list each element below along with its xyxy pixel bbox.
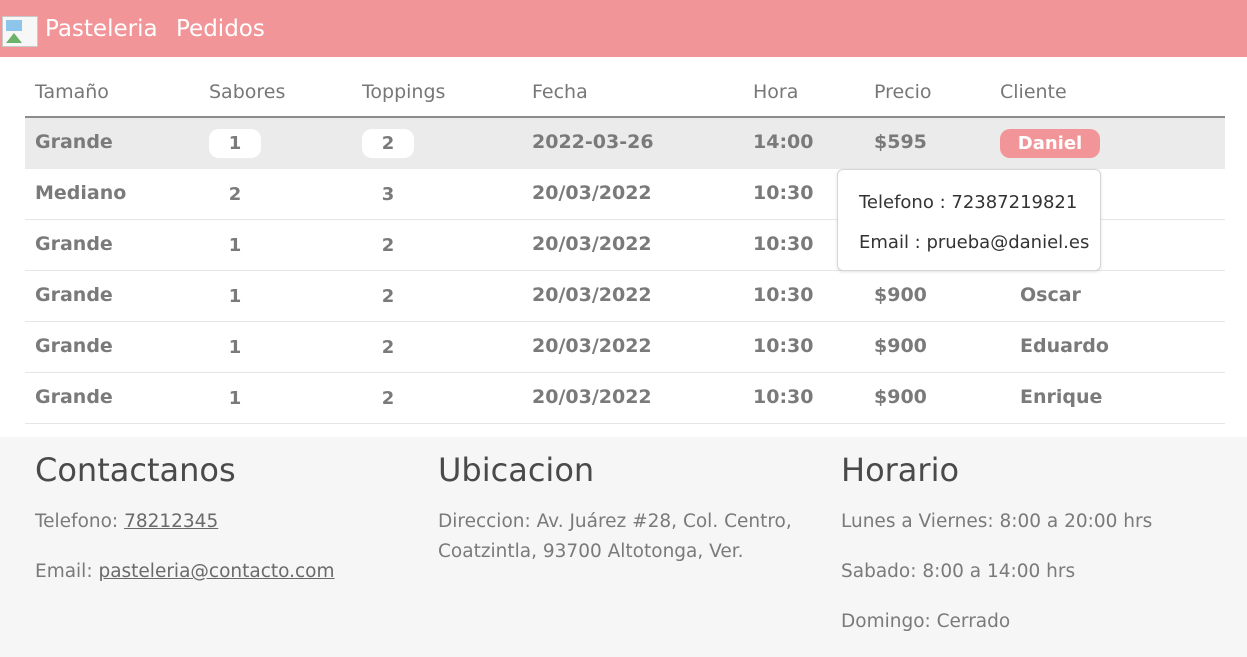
cell-sabores: 1 — [228, 388, 242, 409]
cell-sabores: 1 — [228, 235, 242, 256]
table-row[interactable]: Grande 1 2 20/03/2022 10:30 $900 Oscar — [25, 271, 1225, 322]
footer-horario: Horario Lunes a Viernes: 8:00 a 20:00 hr… — [841, 451, 1152, 637]
table-row[interactable]: Grande 1 2 20/03/2022 10:30 $900 Eduardo — [25, 322, 1225, 373]
cell-precio: $900 — [874, 284, 927, 306]
cell-hora: 10:30 — [753, 284, 814, 306]
footer-ubicacion: Ubicacion Direccion: Av. Juárez #28, Col… — [438, 451, 792, 567]
footer-direccion-line1: Direccion: Av. Juárez #28, Col. Centro, — [438, 511, 792, 532]
cell-precio: $595 — [874, 131, 927, 153]
header-cliente: Cliente — [1000, 81, 1067, 103]
cell-fecha: 20/03/2022 — [532, 182, 652, 204]
popover-telefono: Telefono : 72387219821 — [859, 192, 1078, 213]
cell-toppings: 2 — [381, 337, 395, 358]
cell-fecha: 20/03/2022 — [532, 284, 652, 306]
cell-sabores-badge: 1 — [209, 129, 261, 158]
cell-sabores: 1 — [228, 337, 242, 358]
cell-tamano: Grande — [35, 284, 113, 306]
logo-sky-shape — [6, 20, 22, 31]
footer-email-link[interactable]: pasteleria@contacto.com — [98, 561, 334, 582]
header-toppings: Toppings — [362, 81, 446, 103]
cell-fecha: 2022-03-26 — [532, 131, 654, 153]
footer: Contactanos Telefono: 78212345 Email: pa… — [0, 437, 1247, 657]
footer-horario-title: Horario — [841, 451, 960, 489]
footer-horario-domingo: Domingo: Cerrado — [841, 611, 1011, 632]
cell-hora: 10:30 — [753, 233, 814, 255]
cell-sabores: 2 — [228, 184, 242, 205]
cell-sabores: 1 — [228, 286, 242, 307]
cell-cliente: Oscar — [1020, 284, 1081, 306]
footer-contacto: Contactanos Telefono: 78212345 Email: pa… — [35, 451, 335, 587]
header-fecha: Fecha — [532, 81, 588, 103]
cell-tamano: Grande — [35, 386, 113, 408]
cell-hora: 10:30 — [753, 182, 814, 204]
cell-precio: $900 — [874, 335, 927, 357]
footer-horario-semana: Lunes a Viernes: 8:00 a 20:00 hrs — [841, 511, 1153, 532]
cell-tamano: Grande — [35, 233, 113, 255]
cell-fecha: 20/03/2022 — [532, 335, 652, 357]
cell-fecha: 20/03/2022 — [532, 233, 652, 255]
cell-toppings: 2 — [381, 388, 395, 409]
header-precio: Precio — [874, 81, 932, 103]
cliente-badge[interactable]: Daniel — [1000, 129, 1100, 158]
nav-brand-link[interactable]: Pasteleria — [45, 14, 158, 44]
cell-cliente: Enrique — [1020, 386, 1103, 408]
cell-toppings-badge: 2 — [362, 129, 414, 158]
cell-tamano: Mediano — [35, 182, 127, 204]
cell-hora: 10:30 — [753, 335, 814, 357]
navbar: Pasteleria Pedidos — [0, 0, 1247, 57]
cliente-popover: Telefono : 72387219821 Email : prueba@da… — [837, 169, 1101, 271]
footer-telefono-label: Telefono: — [35, 511, 125, 532]
header-sabores: Sabores — [209, 81, 286, 103]
table-row[interactable]: Grande 1 2 2022-03-26 14:00 $595 Daniel — [25, 118, 1225, 169]
nav-pedidos-link[interactable]: Pedidos — [176, 14, 265, 44]
logo-hill-shape — [6, 33, 22, 43]
table-header-row: Tamaño Sabores Toppings Fecha Hora Preci… — [25, 70, 1225, 118]
footer-contacto-title: Contactanos — [35, 451, 236, 489]
header-hora: Hora — [753, 81, 799, 103]
cell-toppings: 2 — [381, 286, 395, 307]
cell-precio: $900 — [874, 386, 927, 408]
cell-hora: 14:00 — [753, 131, 814, 153]
cell-fecha: 20/03/2022 — [532, 386, 652, 408]
cell-cliente: Eduardo — [1020, 335, 1109, 357]
cell-tamano: Grande — [35, 335, 113, 357]
footer-horario-sabado: Sabado: 8:00 a 14:00 hrs — [841, 561, 1076, 582]
table-row[interactable]: Grande 1 2 20/03/2022 10:30 $900 Enrique — [25, 373, 1225, 424]
footer-email-label: Email: — [35, 561, 99, 582]
footer-ubicacion-title: Ubicacion — [438, 451, 595, 489]
header-tamano: Tamaño — [35, 81, 109, 103]
footer-email: Email: pasteleria@contacto.com — [35, 557, 335, 587]
popover-email: Email : prueba@daniel.es — [859, 232, 1090, 253]
footer-telefono: Telefono: 78212345 — [35, 507, 335, 537]
footer-direccion-line2: Coatzintla, 93700 Altotonga, Ver. — [438, 541, 744, 562]
cell-hora: 10:30 — [753, 386, 814, 408]
broken-image-icon[interactable] — [2, 16, 38, 47]
cell-toppings: 2 — [381, 235, 395, 256]
cell-tamano: Grande — [35, 131, 113, 153]
cell-toppings: 3 — [381, 184, 395, 205]
footer-telefono-link[interactable]: 78212345 — [124, 511, 218, 532]
